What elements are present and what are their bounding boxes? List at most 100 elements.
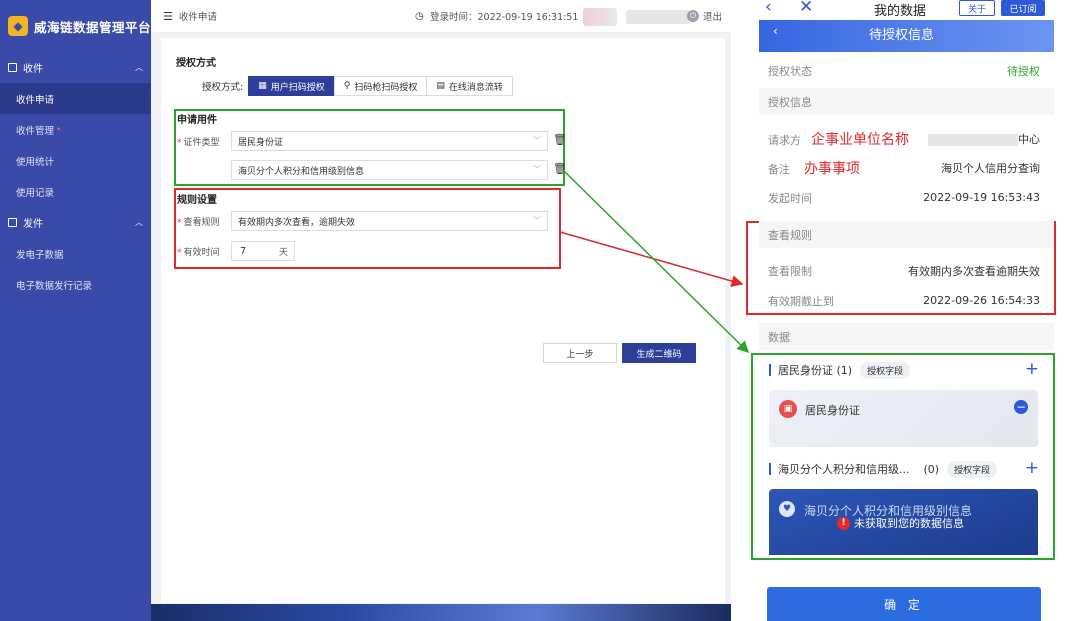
select-value: 居民身份证 <box>238 137 284 148</box>
sidebar-item-send[interactable]: 发电子数据 <box>0 238 151 269</box>
tab-label: 在线消息流转 <box>448 82 503 93</box>
chevron-up-icon: ︿ <box>135 218 143 227</box>
warning-text: 未获取到您的数据信息 <box>854 517 964 530</box>
section-title-auth: 授权方式 <box>176 58 216 69</box>
auth-status-row: 授权状态 待授权 <box>759 56 1054 85</box>
back-icon[interactable]: ‹ <box>765 0 772 17</box>
menu-group-inbox[interactable]: 收件 ︿ <box>0 52 151 83</box>
sidebar-item-manage[interactable]: 收件管理 • <box>0 114 151 145</box>
sidebar: ◆ 威海链数据管理平台 收件 ︿ 收件申请 收件管理 • 使用统计 使用记录 发件… <box>0 0 151 621</box>
close-icon[interactable]: ✕ <box>799 0 813 17</box>
start-time-row: 发起时间 2022-09-19 16:53:43 <box>759 183 1054 212</box>
section-data: 数据 <box>759 323 1054 350</box>
app-logo: ◆ 威海链数据管理平台 <box>0 0 151 52</box>
auth-field-tag[interactable]: 授权字段 <box>947 460 998 478</box>
select-value: 有效期内多次查看，逾期失效 <box>238 217 356 228</box>
remark-value: 海贝个人信用分查询 <box>941 161 1040 175</box>
tab-user-scan[interactable]: ▦ 用户扫码授权 <box>248 76 335 96</box>
sidebar-item-stats[interactable]: 使用统计 <box>0 145 151 176</box>
row-label: 发起时间 <box>768 191 812 205</box>
notification-dot: • <box>56 124 62 135</box>
about-button[interactable]: 关于 <box>959 0 995 16</box>
id-card-item[interactable]: ▣ 居民身份证 − <box>769 390 1038 447</box>
expire-value: 2022-09-26 16:54:33 <box>923 294 1040 307</box>
annotation-remark: 办事事项 <box>804 160 860 177</box>
auth-field-tag[interactable]: 授权字段 <box>860 361 911 379</box>
tab-scanner-scan[interactable]: ⚲ 扫码枪扫码授权 <box>333 76 428 96</box>
status-badge: 待授权 <box>1007 64 1040 78</box>
view-limit-value: 有效期内多次查看逾期失效 <box>908 264 1040 278</box>
row-label: 授权状态 <box>768 64 812 78</box>
accent-bar <box>769 463 771 475</box>
logout-label: 退出 <box>703 12 723 23</box>
no-data-warning: ! 未获取到您的数据信息 <box>837 515 964 531</box>
input-value: 7 <box>240 245 247 257</box>
menu-group-label: 发件 <box>23 219 43 230</box>
row-label: 有效期截止到 <box>768 294 834 308</box>
prev-button[interactable]: 上一步 <box>543 343 617 363</box>
view-limit-row: 查看限制 有效期内多次查看逾期失效 <box>759 256 1054 285</box>
username-redacted <box>626 10 690 24</box>
data-item-id-card-header: 居民身份证 (1) 授权字段 + <box>769 359 1039 381</box>
doc-type-select-1[interactable]: 居民身份证 ﹀ <box>231 131 548 151</box>
view-rule-select[interactable]: 有效期内多次查看，逾期失效 ﹀ <box>231 211 548 231</box>
redacted-text <box>928 133 1018 146</box>
tab-online-message[interactable]: ▤ 在线消息流转 <box>426 76 513 96</box>
section-title-rules: 规则设置 <box>177 195 217 206</box>
auth-method-label: 授权方式: <box>202 82 244 93</box>
section-title-docs: 申请用件 <box>177 115 217 126</box>
sidebar-item-records[interactable]: 使用记录 <box>0 176 151 207</box>
id-card-icon: ▣ <box>779 400 797 418</box>
sidebar-item-apply[interactable]: 收件申请 <box>0 83 151 114</box>
chevron-left-icon[interactable]: ‹ <box>773 24 778 38</box>
doc-type-label: * 证件类型 <box>177 138 220 148</box>
doc-type-select-2[interactable]: 海贝分个人积分和信用级别信息 ﹀ <box>231 160 548 180</box>
delete-icon[interactable]: 🗑 <box>553 162 567 175</box>
minus-icon[interactable]: − <box>1014 400 1028 414</box>
confirm-button[interactable]: 确 定 <box>767 587 1041 621</box>
delete-icon[interactable]: 🗑 <box>553 133 567 146</box>
power-icon: ⏻ <box>687 10 699 22</box>
chevron-down-icon: ﹀ <box>533 136 541 145</box>
generate-qr-button[interactable]: 生成二维码 <box>622 343 696 363</box>
avatar[interactable] <box>583 8 617 26</box>
message-icon: ▤ <box>436 81 445 91</box>
warning-icon: ! <box>837 516 850 530</box>
sidebar-item-label: 使用统计 <box>16 156 55 168</box>
tab-label: 用户扫码授权 <box>270 82 325 93</box>
app-title: 威海链数据管理平台 <box>34 19 152 35</box>
credit-info-card[interactable]: ♥ 海贝分个人积分和信用级别信息 ! 未获取到您的数据信息 <box>769 489 1038 555</box>
subscribed-button[interactable]: 已订阅 <box>1001 0 1045 16</box>
id-card-label: 居民身份证 <box>805 404 860 417</box>
logout-button[interactable]: ⏻ 退出 <box>687 9 722 23</box>
mobile-panel: ‹ ✕ 我的数据 关于 已订阅 ‹ 待授权信息 授权状态 待授权 授权信息 请求… <box>731 0 1080 621</box>
pending-auth-title: 待授权信息 <box>869 28 935 43</box>
annotation-requester: 企事业单位名称 <box>811 131 909 148</box>
menu-toggle-icon[interactable]: ☰ <box>163 10 173 23</box>
start-time-value: 2022-09-19 16:53:43 <box>923 191 1040 204</box>
plus-icon[interactable]: + <box>1025 458 1039 478</box>
mobile-title: 我的数据 <box>874 4 927 19</box>
pending-auth-bar: ‹ 待授权信息 <box>759 20 1054 52</box>
requester-row: 请求方 企事业单位名称 中心 <box>759 124 1054 153</box>
logo-icon: ◆ <box>8 16 28 36</box>
menu-group-outbox[interactable]: 发件 ︿ <box>0 207 151 238</box>
sidebar-item-send-records[interactable]: 电子数据发行记录 <box>0 269 151 300</box>
top-header: ☰ 收件申请 ◷ 登录时间：2022-09-19 16:31:51 ⏻ 退出 <box>151 0 731 33</box>
select-value: 海贝分个人积分和信用级别信息 <box>238 166 365 177</box>
sidebar-item-label: 电子数据发行记录 <box>16 280 93 292</box>
scanner-icon: ⚲ <box>343 81 351 91</box>
data-item-credit-header: 海贝分个人积分和信用级... (0) 授权字段 + <box>769 458 1039 480</box>
remark-row: 备注 办事事项 海贝个人信用分查询 <box>759 153 1054 182</box>
qr-icon: ▦ <box>258 81 267 91</box>
inbox-icon <box>8 63 17 72</box>
view-rule-label: * 查看规则 <box>177 218 220 228</box>
plus-icon[interactable]: + <box>1025 359 1039 379</box>
valid-time-unit: 天 <box>279 248 289 258</box>
menu-group-label: 收件 <box>23 64 43 75</box>
sidebar-item-label: 发电子数据 <box>16 249 64 261</box>
breadcrumb: 收件申请 <box>178 12 217 23</box>
chevron-down-icon: ﹀ <box>533 165 541 174</box>
section-auth-info: 授权信息 <box>759 88 1054 115</box>
expire-row: 有效期截止到 2022-09-26 16:54:33 <box>759 286 1054 315</box>
